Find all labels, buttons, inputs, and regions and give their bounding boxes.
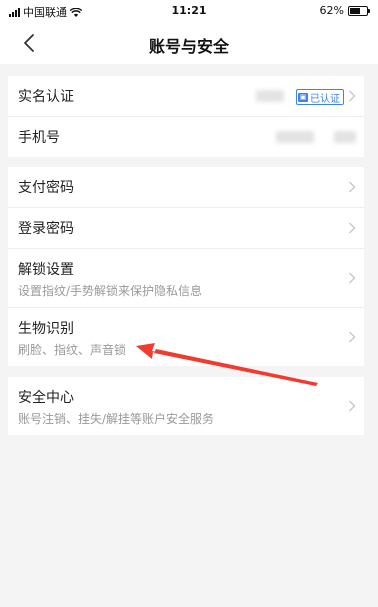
red-arrow-annotation — [136, 343, 318, 386]
